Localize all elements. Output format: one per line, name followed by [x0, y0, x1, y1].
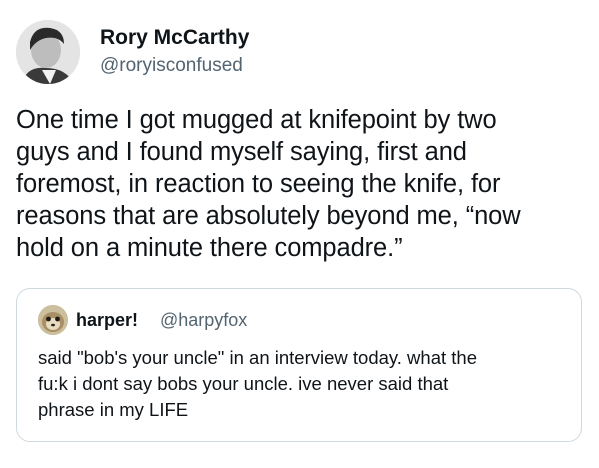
- author-name[interactable]: Rory McCarthy: [100, 26, 249, 50]
- tweet-text-line: reasons that are absolutely beyond me, “…: [16, 202, 521, 230]
- quoted-author-avatar: [38, 305, 68, 335]
- tweet-text-line: hold on a minute there compadre.”: [16, 234, 403, 262]
- quoted-tweet[interactable]: harper! @harpyfox said "bob's your uncle…: [16, 288, 582, 442]
- quoted-tweet-text: said "bob's your uncle" in an interview …: [38, 345, 578, 423]
- tweet-text: One time I got mugged at knifepoint by t…: [16, 104, 586, 264]
- quoted-text-line: said "bob's your uncle" in an interview …: [38, 347, 477, 368]
- tweet-text-line: foremost, in reaction to seeing the knif…: [16, 170, 501, 198]
- tweet-text-line: One time I got mugged at knifepoint by t…: [16, 106, 497, 134]
- quoted-text-line: fu:k i dont say bobs your uncle. ive nev…: [38, 373, 449, 394]
- quoted-author-name: harper!: [76, 310, 139, 330]
- quoted-text-line: phrase in my LIFE: [38, 399, 189, 420]
- tweet-text-line: guys and I found myself saying, first an…: [16, 138, 467, 166]
- tweet-card: Rory McCarthy @roryisconfused One time I…: [0, 0, 599, 468]
- author-avatar[interactable]: [16, 20, 80, 84]
- author-handle[interactable]: @roryisconfused: [100, 55, 243, 77]
- meerkat-profile-photo-icon: [38, 305, 68, 335]
- profile-photo-icon: [16, 20, 80, 84]
- quoted-author-handle: @harpyfox: [160, 310, 248, 330]
